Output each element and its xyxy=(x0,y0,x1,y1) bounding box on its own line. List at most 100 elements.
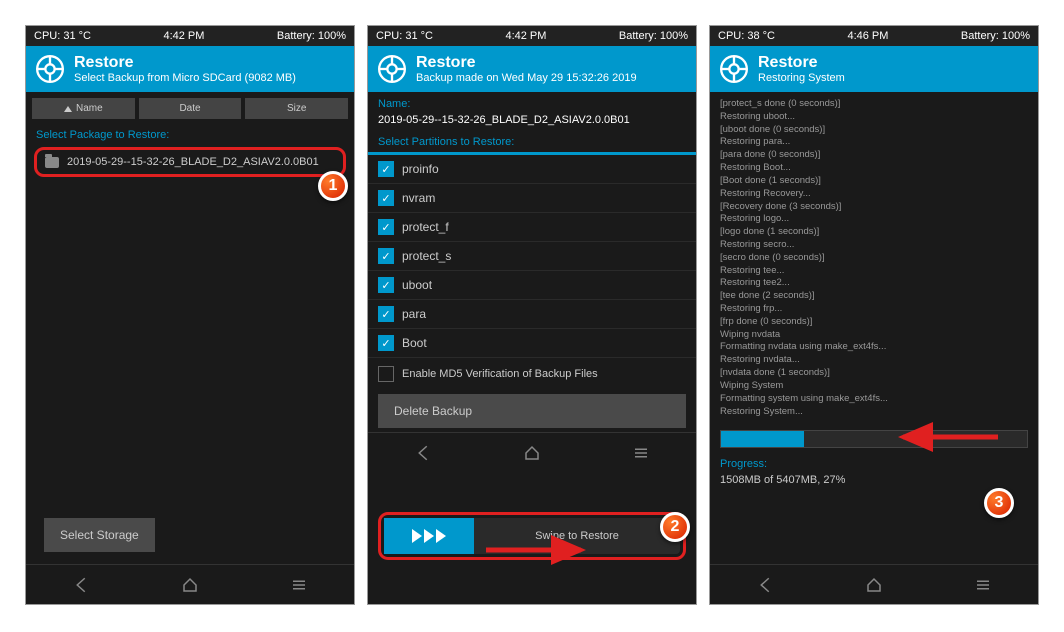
menu-icon[interactable] xyxy=(974,576,992,594)
log-output: [protect_s done (0 seconds)]Restoring ub… xyxy=(710,92,1038,424)
annotation-arrow-icon xyxy=(888,422,1008,452)
log-line: [uboot done (0 seconds)] xyxy=(720,124,1028,137)
page-subtitle: Backup made on Wed May 29 15:32:26 2019 xyxy=(416,72,637,84)
checkbox-icon[interactable]: ✓ xyxy=(378,219,394,235)
progress-fill xyxy=(721,431,804,447)
home-icon[interactable] xyxy=(523,444,541,462)
home-icon[interactable] xyxy=(181,576,199,594)
log-line: [tee done (2 seconds)] xyxy=(720,290,1028,303)
log-line: Restoring secro... xyxy=(720,239,1028,252)
cpu-temp: CPU: 31 °C xyxy=(34,30,91,42)
backup-name-block: Name: 2019-05-29--15-32-26_BLADE_D2_ASIA… xyxy=(368,92,696,132)
log-line: [logo done (1 seconds)] xyxy=(720,226,1028,239)
chevron-right-icon xyxy=(412,529,422,543)
nav-bar xyxy=(26,564,354,604)
status-bar: CPU: 31 °C 4:42 PM Battery: 100% xyxy=(368,26,696,46)
folder-name: 2019-05-29--15-32-26_BLADE_D2_ASIAV2.0.0… xyxy=(67,156,319,168)
log-line: Restoring Recovery... xyxy=(720,188,1028,201)
partition-row[interactable]: ✓Boot xyxy=(368,329,696,358)
menu-icon[interactable] xyxy=(290,576,308,594)
swipe-container: Swipe to Restore xyxy=(378,512,686,560)
section-label: Select Package to Restore: xyxy=(26,125,354,145)
log-line: Formatting nvdata using make_ext4fs... xyxy=(720,341,1028,354)
partition-row[interactable]: ✓uboot xyxy=(368,271,696,300)
select-storage-button[interactable]: Select Storage xyxy=(44,518,155,552)
progress-text: 1508MB of 5407MB, 27% xyxy=(720,474,1028,486)
checkbox-icon[interactable]: ✓ xyxy=(378,335,394,351)
twrp-logo-icon xyxy=(378,55,406,83)
md5-label: Enable MD5 Verification of Backup Files xyxy=(402,368,598,380)
sort-asc-icon xyxy=(64,106,72,112)
battery: Battery: 100% xyxy=(277,30,346,42)
delete-backup-button[interactable]: Delete Backup xyxy=(378,394,686,428)
log-line: [protect_s done (0 seconds)] xyxy=(720,98,1028,111)
log-line: Restoring nvdata... xyxy=(720,354,1028,367)
battery: Battery: 100% xyxy=(619,30,688,42)
log-line: Restoring System... xyxy=(720,406,1028,419)
clock: 4:42 PM xyxy=(505,30,546,42)
name-label: Name: xyxy=(378,98,686,110)
sort-size-button[interactable]: Size xyxy=(245,98,348,119)
cpu-temp: CPU: 31 °C xyxy=(376,30,433,42)
annotation-badge-2: 2 xyxy=(660,512,690,542)
twrp-logo-icon xyxy=(36,55,64,83)
checkbox-icon[interactable]: ✓ xyxy=(378,190,394,206)
page-title: Restore xyxy=(74,54,296,72)
partition-row[interactable]: ✓protect_f xyxy=(368,213,696,242)
log-line: Restoring frp... xyxy=(720,303,1028,316)
clock: 4:46 PM xyxy=(847,30,888,42)
checkbox-icon[interactable]: ✓ xyxy=(378,248,394,264)
nav-bar xyxy=(710,564,1038,604)
chevron-right-icon xyxy=(436,529,446,543)
log-line: [Recovery done (3 seconds)] xyxy=(720,201,1028,214)
checkbox-icon[interactable]: ✓ xyxy=(378,277,394,293)
backup-folder-row[interactable]: 2019-05-29--15-32-26_BLADE_D2_ASIAV2.0.0… xyxy=(34,147,346,177)
checkbox-icon[interactable]: ✓ xyxy=(378,306,394,322)
log-line: Formatting system using make_ext4fs... xyxy=(720,393,1028,406)
partition-row[interactable]: ✓proinfo xyxy=(368,155,696,184)
back-icon[interactable] xyxy=(414,444,432,462)
screen-1: CPU: 31 °C 4:42 PM Battery: 100% Restore… xyxy=(25,25,355,605)
progress-label: Progress: xyxy=(720,458,1028,470)
log-line: Restoring para... xyxy=(720,136,1028,149)
log-line: Restoring tee2... xyxy=(720,277,1028,290)
folder-icon xyxy=(45,157,59,168)
home-icon[interactable] xyxy=(865,576,883,594)
log-line: [secro done (0 seconds)] xyxy=(720,252,1028,265)
annotation-arrow-icon xyxy=(481,535,601,565)
log-line: Wiping nvdata xyxy=(720,329,1028,342)
cpu-temp: CPU: 38 °C xyxy=(718,30,775,42)
page-title: Restore xyxy=(416,54,637,72)
annotation-badge-1: 1 xyxy=(318,171,348,201)
twrp-header: Restore Backup made on Wed May 29 15:32:… xyxy=(368,46,696,92)
annotation-badge-3: 3 xyxy=(984,488,1014,518)
partition-row[interactable]: ✓protect_s xyxy=(368,242,696,271)
back-icon[interactable] xyxy=(756,576,774,594)
partition-row[interactable]: ✓nvram xyxy=(368,184,696,213)
screen-3: CPU: 38 °C 4:46 PM Battery: 100% Restore… xyxy=(709,25,1039,605)
log-line: Restoring uboot... xyxy=(720,111,1028,124)
md5-row[interactable]: Enable MD5 Verification of Backup Files xyxy=(368,358,696,390)
log-line: Restoring Boot... xyxy=(720,162,1028,175)
page-title: Restore xyxy=(758,54,845,72)
partition-row[interactable]: ✓para xyxy=(368,300,696,329)
sort-date-button[interactable]: Date xyxy=(139,98,242,119)
checkbox-icon[interactable]: ✓ xyxy=(378,161,394,177)
twrp-header: Restore Restoring System xyxy=(710,46,1038,92)
back-icon[interactable] xyxy=(72,576,90,594)
partitions-label: Select Partitions to Restore: xyxy=(368,132,696,152)
page-subtitle: Restoring System xyxy=(758,72,845,84)
screen-2: CPU: 31 °C 4:42 PM Battery: 100% Restore… xyxy=(367,25,697,605)
progress-block: Progress: 1508MB of 5407MB, 27% xyxy=(710,454,1038,490)
battery: Battery: 100% xyxy=(961,30,1030,42)
checkbox-empty-icon[interactable] xyxy=(378,366,394,382)
partition-list[interactable]: ✓proinfo ✓nvram ✓protect_f ✓protect_s ✓u… xyxy=(368,152,696,358)
log-line: [para done (0 seconds)] xyxy=(720,149,1028,162)
menu-icon[interactable] xyxy=(632,444,650,462)
log-line: Restoring logo... xyxy=(720,213,1028,226)
page-subtitle: Select Backup from Micro SDCard (9082 MB… xyxy=(74,72,296,84)
sort-bar: Name Date Size xyxy=(26,92,354,125)
backup-name: 2019-05-29--15-32-26_BLADE_D2_ASIAV2.0.0… xyxy=(378,114,686,126)
sort-name-button[interactable]: Name xyxy=(32,98,135,119)
swipe-handle[interactable] xyxy=(384,518,474,554)
